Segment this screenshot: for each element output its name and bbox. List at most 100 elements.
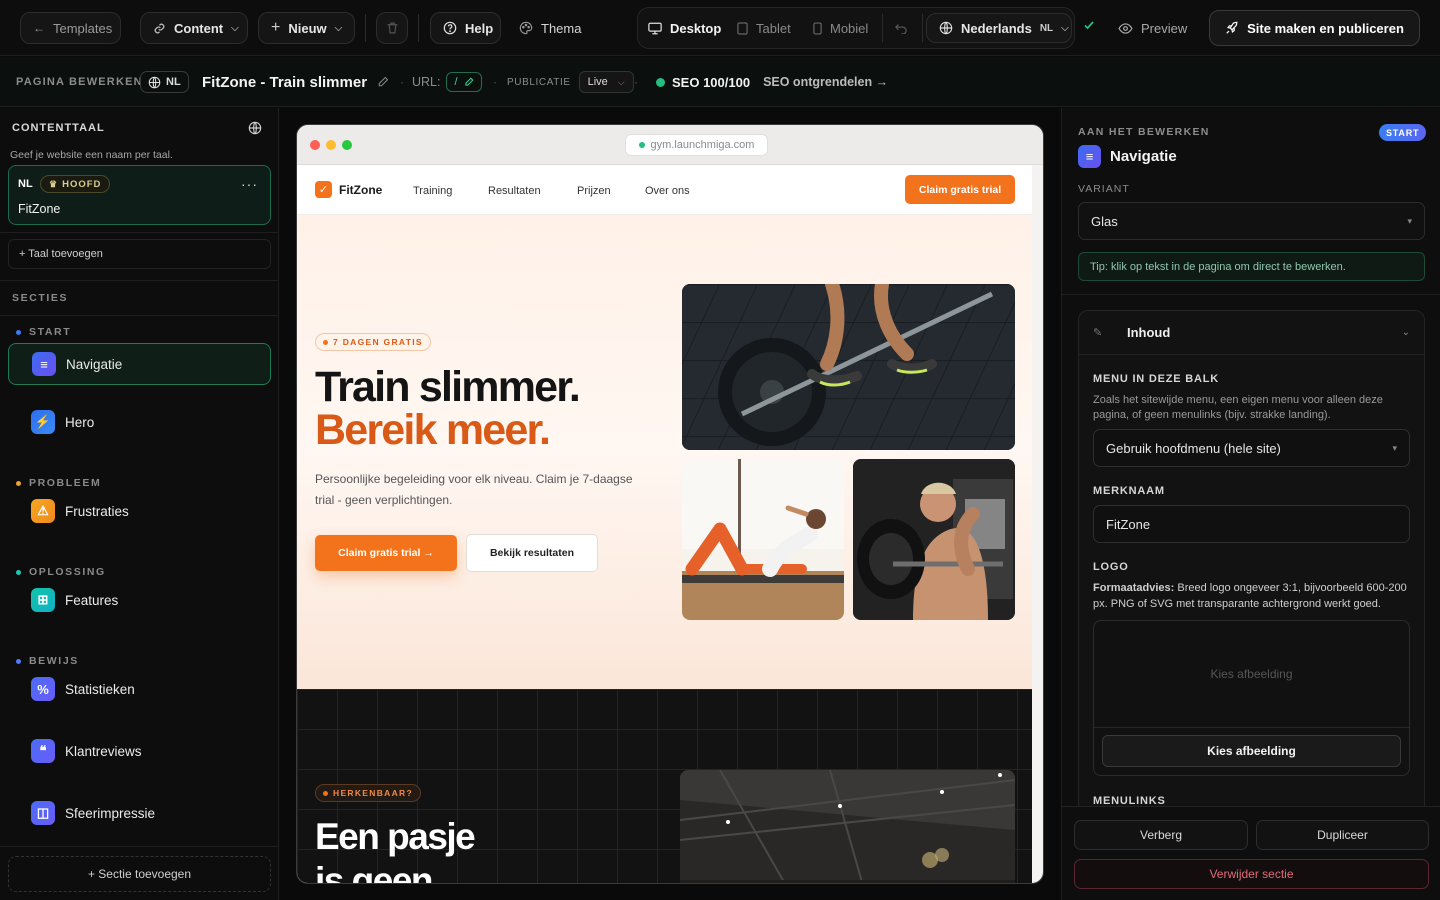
undo-button[interactable] [894, 12, 908, 44]
logo-upload[interactable]: Kies afbeelding Kies afbeelding [1093, 620, 1410, 776]
language-card-nl[interactable]: NL ♛ HOOFD ··· FitZone [8, 165, 271, 225]
chevron-down-icon: ⌄ [1401, 327, 1410, 338]
section-item-klantreviews[interactable]: ❝ Klantreviews [8, 730, 271, 772]
device-desktop[interactable]: Desktop [648, 12, 721, 44]
section-item-frustraties[interactable]: ⚠ Frustraties [8, 490, 271, 532]
hero-title-line1[interactable]: Train slimmer. [315, 365, 581, 409]
browser-frame: gym.launchmiga.com ✓ FitZone Training Re… [296, 124, 1044, 884]
add-section-button[interactable]: + Sectie toevoegen [8, 856, 271, 892]
site-nav-link[interactable]: Resultaten [488, 185, 541, 197]
check-icon [1083, 19, 1095, 31]
duplicate-section-button[interactable]: Dupliceer [1256, 820, 1429, 850]
editing-label: AAN HET BEWERKEN [1078, 126, 1210, 138]
site-name-value[interactable]: FitZone [18, 202, 60, 216]
globe-icon [939, 21, 953, 35]
preview-label: Preview [1141, 20, 1188, 36]
site-hero[interactable]: 7 DAGEN GRATIS Train slimmer. Bereik mee… [297, 215, 1032, 689]
section-item-label: Frustraties [65, 503, 129, 519]
page-language-button[interactable]: NL [140, 71, 189, 93]
divider [365, 14, 366, 42]
site-section-frustrations[interactable]: HERKENBAAR? Een pasje is geen [297, 689, 1032, 884]
section-tag: HERKENBAAR? [315, 784, 421, 802]
minimize-dot [326, 140, 336, 150]
separator-dot: · [400, 75, 404, 89]
main-language-badge: ♛ HOOFD [40, 175, 111, 193]
edit-tip: Tip: klik op tekst in de pagina om direc… [1078, 252, 1425, 281]
site-preview[interactable]: ✓ FitZone Training Resultaten Prijzen Ov… [297, 165, 1032, 884]
brand-input[interactable]: FitZone [1093, 505, 1410, 543]
section-item-features[interactable]: ⊞ Features [8, 579, 271, 621]
hide-section-button[interactable]: Verberg [1074, 820, 1248, 850]
theme-button[interactable]: Thema [519, 12, 581, 44]
chevron-down-icon: ⌵ [231, 22, 239, 34]
hero-text[interactable]: Persoonlijke begeleiding voor elk niveau… [315, 469, 655, 511]
section-title-line2[interactable]: is geen [315, 861, 434, 884]
page-title-text: FitZone - Train slimmer [202, 73, 368, 91]
percent-icon: % [31, 677, 55, 701]
content-accordion: ✎ Inhoud ⌄ MENU IN DEZE BALK Zoals het s… [1078, 310, 1425, 830]
variant-select[interactable]: Glas ▾ [1078, 202, 1425, 240]
hero-image-deadlift[interactable] [682, 284, 1015, 450]
hero-secondary-button[interactable]: Bekijk resultaten [466, 534, 598, 572]
choose-image-button[interactable]: Kies afbeelding [1102, 735, 1401, 767]
section-title-line1[interactable]: Een pasje [315, 817, 476, 857]
device-mobile[interactable]: Mobiel [813, 12, 868, 44]
section-item-statistieken[interactable]: % Statistieken [8, 668, 271, 710]
group-start-label: START [29, 326, 72, 338]
site-navigation[interactable]: ✓ FitZone Training Resultaten Prijzen Ov… [297, 165, 1032, 215]
gallery-icon: ◫ [31, 801, 55, 825]
help-button[interactable]: Help [430, 12, 501, 44]
menu-select[interactable]: Gebruik hoofdmenu (hele site) ▾ [1093, 429, 1410, 467]
variant-value: Glas [1091, 213, 1118, 229]
preview-button[interactable]: Preview [1118, 12, 1187, 44]
site-nav-link[interactable]: Over ons [645, 185, 690, 197]
section-item-navigatie[interactable]: ≡ Navigatie [8, 343, 271, 385]
address-text: gym.launchmiga.com [650, 139, 755, 151]
group-dot [16, 658, 21, 664]
delete-section-button[interactable]: Verwijder sectie [1074, 859, 1429, 889]
section-item-hero[interactable]: ⚡ Hero [8, 401, 271, 443]
group-dot [16, 329, 21, 335]
page-title[interactable]: FitZone - Train slimmer [202, 57, 389, 107]
seo-unlock-link[interactable]: SEO ontgrendelen → [763, 75, 888, 89]
publication-label: PUBLICATIE [507, 76, 571, 88]
site-nav-cta-button[interactable]: Claim gratis trial [905, 175, 1015, 204]
hero-primary-button[interactable]: Claim gratis trial → [315, 535, 457, 571]
arrow-left-icon: ← [33, 21, 45, 35]
section-item-label: Sfeerimpressie [65, 805, 156, 821]
pencil-icon[interactable] [377, 76, 389, 88]
inspector-panel: AAN HET BEWERKEN START ≡ Navigatie VARIA… [1061, 108, 1440, 900]
main-badge-label: HOOFD [62, 178, 102, 190]
pencil-icon [464, 77, 474, 87]
language-select[interactable]: Nederlands NL ⌵ [926, 13, 1072, 43]
hero-image-barbell-curl[interactable] [853, 459, 1015, 620]
templates-button[interactable]: ← Templates [20, 12, 121, 44]
site-nav-link[interactable]: Training [413, 185, 452, 197]
publish-button[interactable]: Site maken en publiceren [1209, 10, 1420, 46]
section-item-sfeerimpressie[interactable]: ◫ Sfeerimpressie [8, 792, 271, 834]
delete-button[interactable] [376, 12, 408, 44]
more-icon[interactable]: ··· [241, 176, 258, 192]
content-accordion-header[interactable]: ✎ Inhoud ⌄ [1079, 311, 1424, 355]
content-language-hint: Geef je website een naam per taal. [10, 149, 173, 161]
tag-dot [323, 339, 328, 345]
device-tablet[interactable]: Tablet [737, 12, 791, 44]
logo-placeholder: Kies afbeelding [1210, 667, 1293, 681]
group-problem-label: PROBLEEM [29, 477, 102, 489]
add-language-button[interactable]: + Taal toevoegen [8, 239, 271, 269]
preview-canvas: gym.launchmiga.com ✓ FitZone Training Re… [280, 108, 1060, 900]
new-menu-button[interactable]: + Nieuw ⌵ [258, 12, 355, 44]
publication-select[interactable]: Live ⌵ [578, 71, 634, 93]
variant-label: VARIANT [1078, 183, 1130, 195]
content-menu-button[interactable]: Content ⌵ [140, 12, 248, 44]
url-edit-button[interactable]: / [446, 72, 482, 92]
divider [922, 14, 923, 42]
site-nav-link[interactable]: Prijzen [577, 185, 611, 197]
top-toolbar: ← Templates Content ⌵ + Nieuw ⌵ Help The… [0, 0, 1440, 56]
hero-title-line2[interactable]: Bereik meer. [315, 408, 551, 452]
section-image-gym[interactable] [680, 770, 1015, 883]
language-code: NL [1039, 22, 1054, 34]
site-brand-name[interactable]: FitZone [339, 183, 382, 197]
hero-image-situp[interactable] [682, 459, 844, 620]
globe-icon[interactable] [248, 121, 262, 135]
